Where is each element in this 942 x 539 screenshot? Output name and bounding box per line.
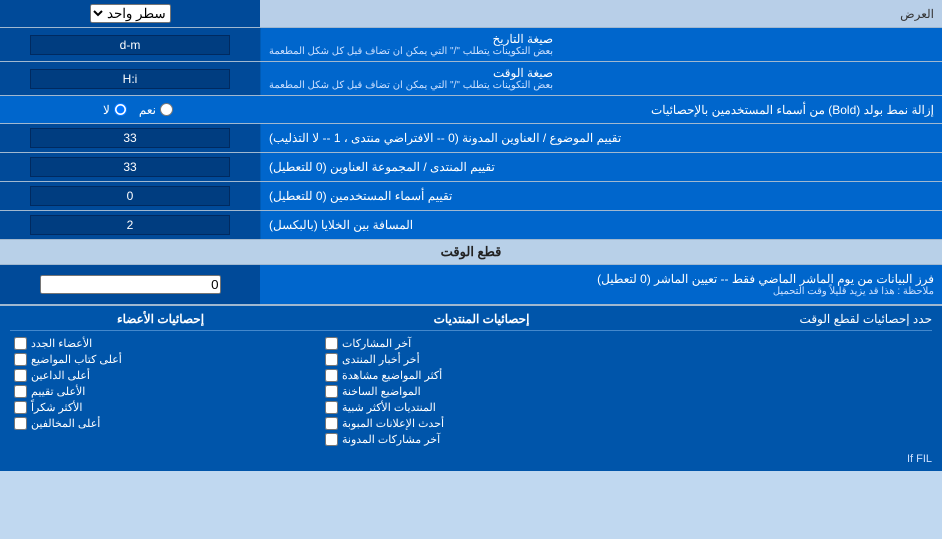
- cell-spacing-row: المسافة بين الخلايا (بالبكسل): [0, 211, 942, 240]
- cb-col2-check-4[interactable]: [14, 401, 27, 414]
- time-format-row: صيغة الوقت بعض التكوينات يتطلب "/" التي …: [0, 62, 942, 96]
- limit-label: حدد إحصائيات لقطع الوقت: [632, 312, 932, 326]
- spacer: [632, 337, 932, 449]
- topics-order-label: تقييم الموضوع / العناوين المدونة (0 -- ا…: [260, 124, 942, 152]
- forum-order-input-container: [0, 153, 260, 181]
- cb-col2-item-1: أعلى كتاب المواضيع: [14, 353, 297, 366]
- display-row: العرض سطر واحد: [0, 0, 942, 28]
- date-format-row: صيغة التاريخ بعض التكوينات يتطلب "/" الت…: [0, 28, 942, 62]
- cb-col1-check-1[interactable]: [325, 353, 338, 366]
- date-format-input[interactable]: [30, 35, 230, 55]
- cell-spacing-input-container: [0, 211, 260, 239]
- display-label: العرض: [260, 3, 942, 25]
- topics-order-row: تقييم الموضوع / العناوين المدونة (0 -- ا…: [0, 124, 942, 153]
- time-format-label: صيغة الوقت بعض التكوينات يتطلب "/" التي …: [260, 62, 942, 95]
- cb-col1-check-4[interactable]: [325, 401, 338, 414]
- cb-col2-item-0: الأعضاء الجدد: [14, 337, 297, 350]
- if-fil-text: If FIL: [10, 453, 932, 465]
- time-format-input[interactable]: [30, 69, 230, 89]
- cb-col2-check-0[interactable]: [14, 337, 27, 350]
- users-order-label: تقييم أسماء المستخدمين (0 للتعطيل): [260, 182, 942, 210]
- checkbox-grid: آخر المشاركات أخر أخبار المنتدى أكثر الم…: [10, 337, 932, 449]
- freeze-section-header: قطع الوقت: [0, 240, 942, 265]
- cb-col1-item-1: أخر أخبار المنتدى: [325, 353, 608, 366]
- date-format-input-container: [0, 28, 260, 61]
- bold-removal-label: إزالة نمط بولد (Bold) من أسماء المستخدمي…: [268, 103, 934, 117]
- cb-col2-check-1[interactable]: [14, 353, 27, 366]
- date-format-label: صيغة التاريخ بعض التكوينات يتطلب "/" الت…: [260, 28, 942, 61]
- bold-removal-options: نعم لا: [8, 103, 268, 117]
- topics-order-input[interactable]: [30, 128, 230, 148]
- freeze-input[interactable]: [40, 275, 221, 294]
- col1-header: إحصائيات المنتديات: [331, 312, 632, 326]
- col2-checkboxes: الأعضاء الجدد أعلى كتاب المواضيع أعلى ال…: [10, 337, 301, 449]
- cb-col2-item-4: الأكثر شكراً: [14, 401, 297, 414]
- cb-col1-item-0: آخر المشاركات: [325, 337, 608, 350]
- topics-order-input-container: [0, 124, 260, 152]
- cb-col1-item-6: آخر مشاركات المدونة: [325, 433, 608, 446]
- cb-col1-item-2: أكثر المواضيع مشاهدة: [325, 369, 608, 382]
- main-container: العرض سطر واحد صيغة التاريخ بعض التكوينا…: [0, 0, 942, 471]
- cb-col1-check-6[interactable]: [325, 433, 338, 446]
- time-format-input-container: [0, 62, 260, 95]
- cb-col1-item-3: المواضيع الساخنة: [325, 385, 608, 398]
- freeze-input-container: [0, 265, 260, 304]
- limit-row: حدد إحصائيات لقطع الوقت إحصائيات المنتدي…: [10, 312, 932, 331]
- forum-order-input[interactable]: [30, 157, 230, 177]
- cb-col1-check-5[interactable]: [325, 417, 338, 430]
- cb-col2-check-3[interactable]: [14, 385, 27, 398]
- col-headers: إحصائيات المنتديات إحصائيات الأعضاء: [10, 312, 632, 326]
- users-order-row: تقييم أسماء المستخدمين (0 للتعطيل): [0, 182, 942, 211]
- bold-removal-row: إزالة نمط بولد (Bold) من أسماء المستخدمي…: [0, 96, 942, 124]
- bold-yes-label: نعم: [139, 103, 173, 117]
- display-select[interactable]: سطر واحد: [90, 4, 171, 23]
- checkboxes-section: حدد إحصائيات لقطع الوقت إحصائيات المنتدي…: [0, 305, 942, 471]
- freeze-row-label: فرز البيانات من يوم الماشر الماضي فقط --…: [260, 265, 942, 304]
- cb-col2-item-3: الأعلى تقييم: [14, 385, 297, 398]
- cell-spacing-label: المسافة بين الخلايا (بالبكسل): [260, 211, 942, 239]
- col1-checkboxes: آخر المشاركات أخر أخبار المنتدى أكثر الم…: [321, 337, 612, 449]
- bold-yes-radio[interactable]: [160, 103, 173, 116]
- users-order-input[interactable]: [30, 186, 230, 206]
- cb-col1-check-0[interactable]: [325, 337, 338, 350]
- users-order-input-container: [0, 182, 260, 210]
- display-dropdown-container: سطر واحد: [0, 0, 260, 27]
- bold-no-label: لا: [103, 103, 127, 117]
- freeze-row: فرز البيانات من يوم الماشر الماضي فقط --…: [0, 265, 942, 305]
- cell-spacing-input[interactable]: [30, 215, 230, 235]
- col2-header: إحصائيات الأعضاء: [10, 312, 311, 326]
- cb-col2-item-5: أعلى المخالفين: [14, 417, 297, 430]
- cb-col2-check-2[interactable]: [14, 369, 27, 382]
- cb-col2-check-5[interactable]: [14, 417, 27, 430]
- cb-col1-check-2[interactable]: [325, 369, 338, 382]
- forum-order-label: تقييم المنتدى / المجموعة العناوين (0 للت…: [260, 153, 942, 181]
- cb-col2-item-2: أعلى الداعين: [14, 369, 297, 382]
- forum-order-row: تقييم المنتدى / المجموعة العناوين (0 للت…: [0, 153, 942, 182]
- cb-col1-item-4: المنتديات الأكثر شبية: [325, 401, 608, 414]
- bold-no-radio[interactable]: [114, 103, 127, 116]
- cb-col1-item-5: أحدث الإعلانات المبوبة: [325, 417, 608, 430]
- cb-col1-check-3[interactable]: [325, 385, 338, 398]
